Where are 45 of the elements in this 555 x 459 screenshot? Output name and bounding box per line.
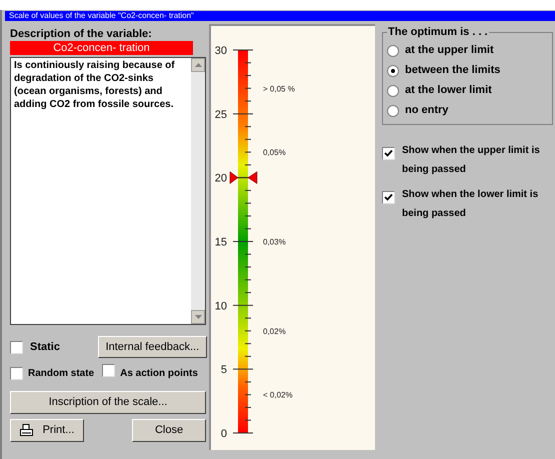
- checkbox[interactable]: [102, 364, 116, 377]
- radio-button[interactable]: [387, 84, 399, 96]
- radio-button[interactable]: [387, 44, 399, 56]
- option-label: As action points: [120, 366, 198, 380]
- checkbox[interactable]: [382, 190, 395, 204]
- radio-label: at the lower limit: [405, 83, 492, 98]
- checkbox[interactable]: [382, 146, 395, 160]
- radio-button[interactable]: [387, 104, 399, 116]
- scale-inscription: 0,05%: [263, 148, 286, 158]
- tick-label: 20: [214, 172, 227, 185]
- checkbox-label: Show when the upper limit is being passed: [402, 144, 541, 176]
- radio-button[interactable]: [387, 64, 399, 76]
- tick-label: 25: [214, 108, 227, 121]
- tick-label: 15: [214, 236, 227, 248]
- tick-label: 10: [214, 300, 227, 312]
- scale-inscription: > 0,05 %: [263, 84, 295, 94]
- tick-label: 5: [220, 364, 227, 376]
- description-text: Is continiously raising because of degradation of the CO2-sinks (ocean organisms, forests) and adding CO2 from fossile sources.: [14, 59, 176, 111]
- printer-icon: [20, 424, 33, 437]
- tick-label: 0: [220, 428, 227, 440]
- checkbox-label: Show when the lower limit is being passed: [402, 188, 540, 220]
- variable-name-bar: Co2-concen- tration: [10, 41, 193, 55]
- close-button[interactable]: Close: [132, 419, 206, 442]
- radio-label: no entry: [405, 103, 448, 118]
- scale-inscription: 0,03%: [263, 238, 286, 246]
- window-title: Scale of values of the variable "Co2-concen- tration": [5, 11, 555, 21]
- description-field[interactable]: Is continiously raising because of degradation of the CO2-sinks (ocean organisms, forests) and adding CO2 from fossile sources.: [10, 57, 206, 325]
- option-label: Random state: [28, 366, 94, 380]
- checkbox[interactable]: [10, 366, 23, 380]
- radio-label: between the limits: [405, 63, 500, 78]
- scrollbar[interactable]: [191, 58, 205, 324]
- description-label: Description of the variable:: [10, 27, 153, 41]
- group-title: The optimum is . . .: [387, 25, 489, 40]
- scale-inscription: < 0,02%: [263, 390, 293, 400]
- checkbox[interactable]: [10, 340, 23, 354]
- scroll-down-icon[interactable]: [191, 310, 205, 324]
- print-button[interactable]: Print...: [10, 419, 84, 442]
- tick-label: 30: [214, 45, 227, 57]
- scroll-up-icon[interactable]: [191, 58, 205, 72]
- limit-marker[interactable]: [230, 171, 258, 184]
- option-label: Static: [30, 340, 61, 355]
- scale-inscription: 0,02%: [263, 326, 286, 336]
- radio-label: at the upper limit: [405, 43, 494, 58]
- inscription-button[interactable]: Inscription of the scale...: [10, 391, 206, 414]
- internal-feedback-button[interactable]: Internal feedback...: [98, 336, 207, 358]
